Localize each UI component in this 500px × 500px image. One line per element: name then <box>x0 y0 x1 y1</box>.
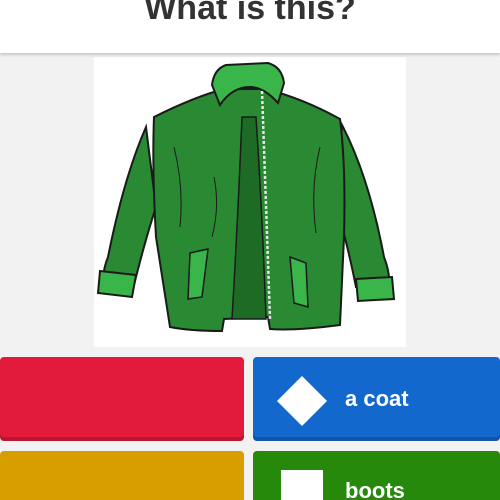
answer-yellow[interactable] <box>0 451 244 500</box>
question-bar: What is this? <box>0 0 500 53</box>
answer-boots-button[interactable]: boots <box>253 451 500 500</box>
question-image <box>94 57 406 347</box>
question-text: What is this? <box>144 0 356 27</box>
answer-a-coat-button[interactable]: a coat <box>253 357 500 441</box>
quiz-screen: What is this? a coat boots <box>0 0 500 500</box>
answer-red[interactable] <box>0 357 244 441</box>
green-jacket-illustration <box>96 61 396 333</box>
answer-label: boots <box>345 478 405 500</box>
diamond-icon <box>277 376 327 426</box>
jacket-left-sleeve <box>102 123 158 287</box>
square-icon <box>281 470 323 500</box>
jacket-left-cuff <box>96 269 138 299</box>
answer-label: a coat <box>345 386 409 411</box>
jacket-right-cuff <box>354 275 396 303</box>
